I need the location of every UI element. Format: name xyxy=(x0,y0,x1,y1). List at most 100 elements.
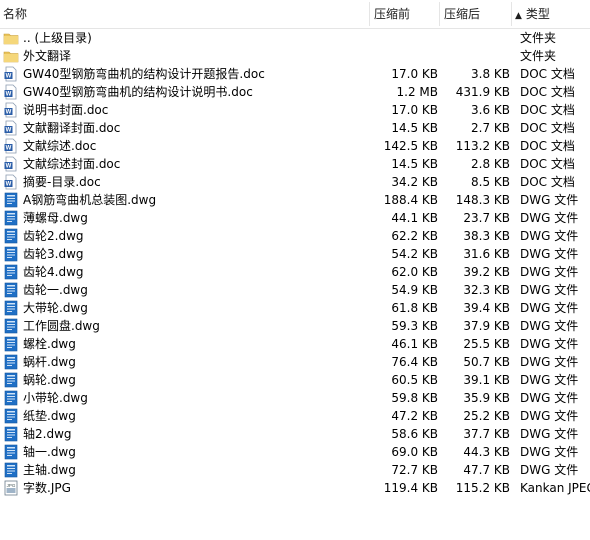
original-size: 39.2 KB xyxy=(463,265,510,279)
column-divider[interactable] xyxy=(511,2,512,26)
file-row[interactable]: 齿轮4.dwg 62.0 KB 39.2 KB DWG 文件 xyxy=(0,263,590,281)
file-type: DWG 文件 xyxy=(520,427,579,441)
compressed-size: 62.0 KB xyxy=(391,265,438,279)
file-type: DOC 文档 xyxy=(520,67,575,81)
file-row[interactable]: 大带轮.dwg 61.8 KB 39.4 KB DWG 文件 xyxy=(0,299,590,317)
file-row[interactable]: 齿轮3.dwg 54.2 KB 31.6 KB DWG 文件 xyxy=(0,245,590,263)
column-header-compressed[interactable]: 压缩前 xyxy=(374,0,410,28)
column-divider[interactable] xyxy=(439,2,440,26)
file-name: 齿轮4.dwg xyxy=(23,265,84,279)
file-row[interactable]: 小带轮.dwg 59.8 KB 35.9 KB DWG 文件 xyxy=(0,389,590,407)
original-size: 113.2 KB xyxy=(455,139,510,153)
file-name-cell: JPG 字数.JPG xyxy=(3,479,371,497)
file-row[interactable]: W GW40型钢筋弯曲机的结构设计开题报告.doc 17.0 KB 3.8 KB DOC… xyxy=(0,65,590,83)
file-row[interactable]: 齿轮一.dwg 54.9 KB 32.3 KB DWG 文件 xyxy=(0,281,590,299)
file-name-cell: 主轴.dwg xyxy=(3,461,371,479)
file-name: 工作圆盘.dwg xyxy=(23,319,100,333)
file-type: DWG 文件 xyxy=(520,445,579,459)
file-type: DWG 文件 xyxy=(520,247,579,261)
file-name: 小带轮.dwg xyxy=(23,391,88,405)
file-row[interactable]: 轴2.dwg 58.6 KB 37.7 KB DWG 文件 xyxy=(0,425,590,443)
file-row[interactable]: W 文献综述.doc 142.5 KB 113.2 KB DOC 文档 xyxy=(0,137,590,155)
file-type: DWG 文件 xyxy=(520,337,579,351)
original-size: 32.3 KB xyxy=(463,283,510,297)
file-type: DOC 文档 xyxy=(520,139,575,153)
column-header-bar: 名称 压缩前 压缩后 ▲ 类型 xyxy=(0,0,590,29)
file-row[interactable]: .. (上级目录) 文件夹 xyxy=(0,29,590,47)
file-name-cell: 外文翻译 xyxy=(3,47,371,65)
file-name: GW40型钢筋弯曲机的结构设计说明书.doc xyxy=(23,85,253,99)
file-name-cell: 蜗轮.dwg xyxy=(3,371,371,389)
folder-icon xyxy=(3,30,19,46)
file-name-cell: W GW40型钢筋弯曲机的结构设计说明书.doc xyxy=(3,83,371,101)
file-row[interactable]: 工作圆盘.dwg 59.3 KB 37.9 KB DWG 文件 xyxy=(0,317,590,335)
file-type: DWG 文件 xyxy=(520,283,579,297)
file-row[interactable]: W 摘要-目录.doc 34.2 KB 8.5 KB DOC 文档 xyxy=(0,173,590,191)
original-size: 3.8 KB xyxy=(471,67,510,81)
file-row[interactable]: 主轴.dwg 72.7 KB 47.7 KB DWG 文件 xyxy=(0,461,590,479)
svg-text:W: W xyxy=(6,182,12,188)
file-name-cell: 薄螺母.dwg xyxy=(3,209,371,227)
file-type: DOC 文档 xyxy=(520,85,575,99)
file-name: A钢筋弯曲机总装图.dwg xyxy=(23,193,157,207)
file-name-cell: 齿轮一.dwg xyxy=(3,281,371,299)
file-row[interactable]: 蜗杆.dwg 76.4 KB 50.7 KB DWG 文件 xyxy=(0,353,590,371)
compressed-size xyxy=(372,47,438,65)
file-row[interactable]: 纸垫.dwg 47.2 KB 25.2 KB DWG 文件 xyxy=(0,407,590,425)
dwg-file-icon xyxy=(3,246,19,262)
file-name-cell: 纸垫.dwg xyxy=(3,407,371,425)
dwg-file-icon xyxy=(3,354,19,370)
doc-file-icon: W xyxy=(3,102,19,118)
file-type: 文件夹 xyxy=(520,31,557,45)
file-name: 蜗杆.dwg xyxy=(23,355,76,369)
compressed-size: 17.0 KB xyxy=(391,103,438,117)
dwg-file-icon xyxy=(3,300,19,316)
column-divider[interactable] xyxy=(369,2,370,26)
svg-text:W: W xyxy=(6,74,12,80)
file-name-cell: 轴一.dwg xyxy=(3,443,371,461)
file-row[interactable]: 蜗轮.dwg 60.5 KB 39.1 KB DWG 文件 xyxy=(0,371,590,389)
original-size: 44.3 KB xyxy=(463,445,510,459)
compressed-size: 14.5 KB xyxy=(391,157,438,171)
compressed-size: 61.8 KB xyxy=(391,301,438,315)
original-size: 25.5 KB xyxy=(463,337,510,351)
original-size: 3.6 KB xyxy=(471,103,510,117)
file-row[interactable]: A钢筋弯曲机总装图.dwg 188.4 KB 148.3 KB DWG 文件 xyxy=(0,191,590,209)
file-row[interactable]: 轴一.dwg 69.0 KB 44.3 KB DWG 文件 xyxy=(0,443,590,461)
original-size: 25.2 KB xyxy=(463,409,510,423)
file-row[interactable]: W 文献翻译封面.doc 14.5 KB 2.7 KB DOC 文档 xyxy=(0,119,590,137)
column-header-name[interactable]: 名称 xyxy=(3,0,27,28)
file-name: 文献综述封面.doc xyxy=(23,157,121,171)
column-header-type[interactable]: ▲ 类型 xyxy=(515,0,550,28)
compressed-size: 54.9 KB xyxy=(391,283,438,297)
file-list: .. (上级目录) 文件夹 外文翻译 文件夹 W GW40型钢筋弯曲机的结构设计开题报告.… xyxy=(0,29,590,497)
dwg-file-icon xyxy=(3,210,19,226)
file-row[interactable]: 薄螺母.dwg 44.1 KB 23.7 KB DWG 文件 xyxy=(0,209,590,227)
file-row[interactable]: W 文献综述封面.doc 14.5 KB 2.8 KB DOC 文档 xyxy=(0,155,590,173)
file-row[interactable]: 外文翻译 文件夹 xyxy=(0,47,590,65)
file-row[interactable]: 齿轮2.dwg 62.2 KB 38.3 KB DWG 文件 xyxy=(0,227,590,245)
compressed-size: 188.4 KB xyxy=(383,193,438,207)
column-header-original[interactable]: 压缩后 xyxy=(444,0,480,28)
file-name-cell: 轴2.dwg xyxy=(3,425,371,443)
file-name: 文献综述.doc xyxy=(23,139,97,153)
file-name: 齿轮一.dwg xyxy=(23,283,88,297)
doc-file-icon: W xyxy=(3,156,19,172)
file-name-cell: W 文献翻译封面.doc xyxy=(3,119,371,137)
original-size: 39.1 KB xyxy=(463,373,510,387)
file-row[interactable]: JPG 字数.JPG 119.4 KB 115.2 KB Kankan JPEG 图像 xyxy=(0,479,590,497)
file-type: DWG 文件 xyxy=(520,301,579,315)
compressed-size: 59.8 KB xyxy=(391,391,438,405)
svg-text:W: W xyxy=(6,92,12,98)
dwg-file-icon xyxy=(3,282,19,298)
file-type: DOC 文档 xyxy=(520,175,575,189)
file-row[interactable]: 螺栓.dwg 46.1 KB 25.5 KB DWG 文件 xyxy=(0,335,590,353)
dwg-file-icon xyxy=(3,462,19,478)
original-size: 148.3 KB xyxy=(455,193,510,207)
file-row[interactable]: W GW40型钢筋弯曲机的结构设计说明书.doc 1.2 MB 431.9 KB DOC… xyxy=(0,83,590,101)
compressed-size: 47.2 KB xyxy=(391,409,438,423)
file-name: 纸垫.dwg xyxy=(23,409,76,423)
svg-text:W: W xyxy=(6,146,12,152)
compressed-size: 54.2 KB xyxy=(391,247,438,261)
file-row[interactable]: W 说明书封面.doc 17.0 KB 3.6 KB DOC 文档 xyxy=(0,101,590,119)
